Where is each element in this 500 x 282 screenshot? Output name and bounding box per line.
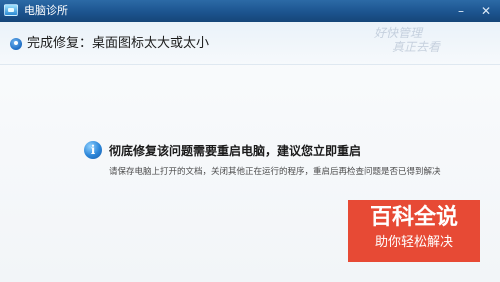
window-title: 电脑诊所 [24, 4, 68, 17]
window-controls: – ✕ [453, 4, 494, 18]
title-bar: 电脑诊所 – ✕ [0, 0, 500, 22]
watermark: 好快管理 真正去看 [374, 26, 486, 66]
app-icon [4, 4, 18, 16]
minimize-icon[interactable]: – [453, 4, 469, 18]
baike-logo-subtitle: 助你轻松解决 [374, 235, 453, 250]
restart-advice: 请保存电脑上打开的文档，关闭其他正在运行的程序，重启后再检查问题是否已得到解决 [109, 167, 441, 177]
baike-logo: 百科全说 助你轻松解决 [348, 200, 480, 262]
close-icon[interactable]: ✕ [478, 4, 494, 18]
status-title: 完成修复：桌面图标太大或太小 [27, 36, 210, 51]
check-circle-icon [10, 38, 22, 50]
info-icon: i [84, 141, 102, 159]
restart-message: 彻底修复该问题需要重启电脑，建议您立即重启 [109, 144, 362, 158]
watermark-line2: 真正去看 [392, 40, 441, 54]
baike-logo-title: 百科全说 [369, 205, 458, 230]
watermark-line1: 好快管理 [374, 26, 423, 40]
